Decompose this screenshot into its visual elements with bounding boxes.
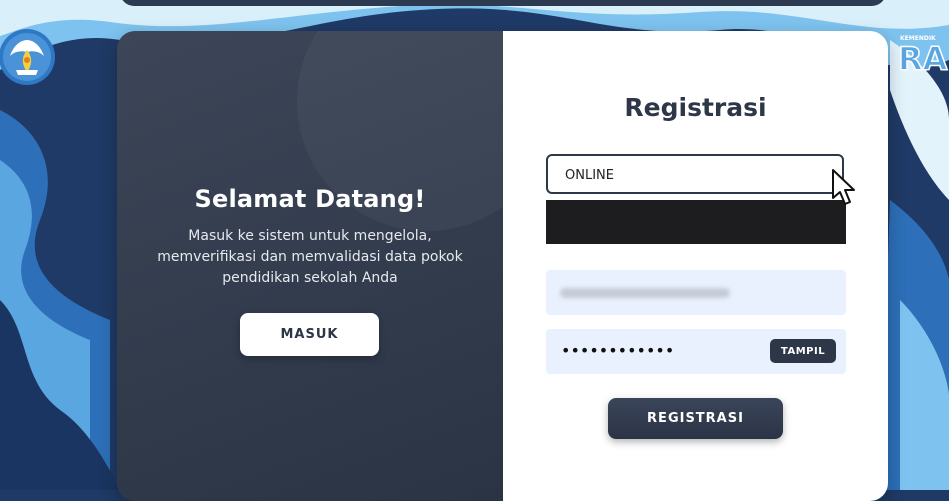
ministry-logo-icon xyxy=(0,29,55,85)
registration-title: Registrasi xyxy=(624,93,767,122)
rapor-logo-icon: KEMENDIK RAN xyxy=(897,35,949,79)
register-button[interactable]: REGISTRASI xyxy=(608,398,783,439)
welcome-line-1: Masuk ke sistem untuk mengelola, xyxy=(188,228,432,244)
redacted-dropdown-panel xyxy=(546,200,846,244)
registration-type-value: ONLINE xyxy=(565,168,614,183)
password-field[interactable]: •••••••••••• TAMPIL xyxy=(546,329,846,374)
mouse-cursor-icon xyxy=(832,169,855,205)
registration-panel: Registrasi ONLINE •••••••••••• TAMPIL RE… xyxy=(503,31,888,501)
blurred-email-value xyxy=(560,288,730,298)
registration-type-select[interactable]: ONLINE xyxy=(546,154,844,194)
auth-card: Selamat Datang! Masuk ke sistem untuk me… xyxy=(117,31,888,501)
welcome-panel: Selamat Datang! Masuk ke sistem untuk me… xyxy=(117,31,557,501)
email-field[interactable] xyxy=(546,270,846,315)
welcome-description: Masuk ke sistem untuk mengelola, memveri… xyxy=(157,226,463,289)
welcome-line-3: pendidikan sekolah Anda xyxy=(222,270,398,286)
right-logo-text: RAN xyxy=(898,40,949,78)
welcome-title: Selamat Datang! xyxy=(194,185,426,213)
top-header-bar xyxy=(120,0,886,6)
show-password-button[interactable]: TAMPIL xyxy=(770,339,836,363)
password-mask: •••••••••••• xyxy=(561,341,675,360)
login-button[interactable]: MASUK xyxy=(240,313,379,356)
welcome-line-2: memverifikasi dan memvalidasi data pokok xyxy=(157,249,463,265)
